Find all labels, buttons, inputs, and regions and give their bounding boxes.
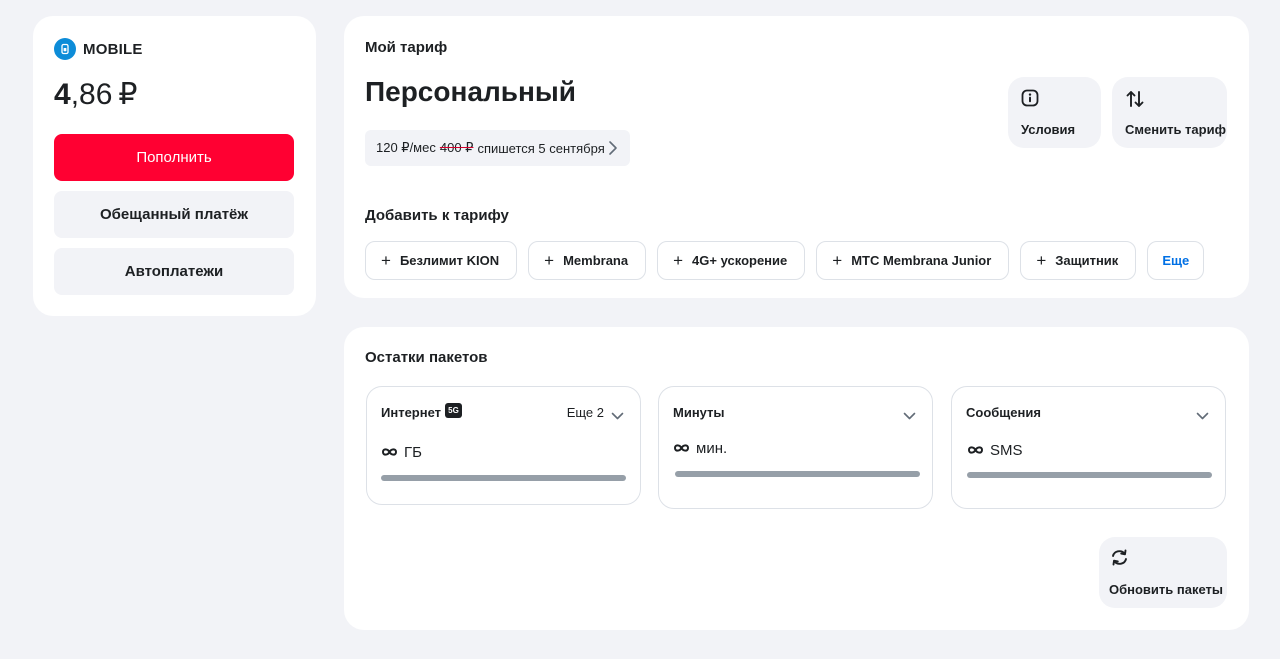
addon-kion[interactable]: + Безлимит KION <box>365 241 518 280</box>
info-icon <box>1021 89 1039 112</box>
price-old: 400 ₽ <box>439 140 474 155</box>
package-value: ГБ <box>381 444 422 461</box>
plus-icon: + <box>381 251 391 270</box>
chevron-down-icon[interactable] <box>1196 407 1209 425</box>
chevron-right-icon <box>608 140 618 159</box>
sim-icon <box>54 38 76 60</box>
balance-card: MOBILE 4,86 ₽ Пополнить Обещанный платёж… <box>33 16 316 316</box>
addon-membrana[interactable]: + Membrana <box>528 241 647 280</box>
refresh-packages-label: Обновить пакеты <box>1109 582 1224 597</box>
promised-payment-button[interactable]: Обещанный платёж <box>54 191 294 238</box>
addon-membrana-junior[interactable]: + МТС Membrana Junior <box>816 241 1010 280</box>
price-note: спишется 5 сентября <box>477 140 605 156</box>
chevron-down-icon[interactable] <box>903 407 916 425</box>
5g-badge: 5G <box>445 403 462 418</box>
change-tariff-button[interactable]: Сменить тариф <box>1112 77 1227 148</box>
packages-title: Остатки пакетов <box>365 349 488 366</box>
swap-arrows-icon <box>1125 89 1145 114</box>
package-more-link[interactable]: Еще 2 <box>567 405 604 420</box>
package-unit: ГБ <box>404 444 422 461</box>
addon-label: МТС Membrana Junior <box>851 253 992 268</box>
addons-list: + Безлимит KION + Membrana +4G+ ускорение … <box>365 241 1215 280</box>
balance-decimal: ,86 <box>70 78 113 111</box>
plus-icon: + <box>673 251 684 270</box>
topup-button[interactable]: Пополнить <box>54 134 294 181</box>
package-value: SMS <box>967 442 1023 459</box>
refresh-packages-button[interactable]: Обновить пакеты <box>1099 537 1227 608</box>
conditions-button[interactable]: Условия <box>1008 77 1101 148</box>
addon-protector[interactable]: + Защитник <box>1020 241 1137 280</box>
price-current: 120 ₽/мес <box>376 140 436 155</box>
infinity-icon <box>967 442 984 459</box>
tariff-card: Мой тариф Персональный 120 ₽/мес 400 ₽ с… <box>344 16 1249 298</box>
refresh-icon <box>1110 549 1129 571</box>
balance-amount: 4,86 ₽ <box>54 78 138 112</box>
addon-4g-boost[interactable]: +4G+ ускорение <box>657 241 806 280</box>
tariff-price-chip[interactable]: 120 ₽/мес 400 ₽ спишется 5 сентября <box>365 130 630 166</box>
plus-icon: + <box>544 251 555 270</box>
package-sms[interactable]: Сообщения SMS <box>951 386 1226 509</box>
package-unit: мин. <box>696 440 728 457</box>
account-name: MOBILE <box>83 40 143 58</box>
package-progress-bar <box>967 472 1212 478</box>
account-header: MOBILE <box>54 38 143 60</box>
package-progress-bar <box>675 471 920 477</box>
package-unit: SMS <box>990 442 1023 459</box>
addon-label: Membrana <box>563 253 629 268</box>
package-minutes[interactable]: Минуты мин. <box>658 386 933 509</box>
package-internet[interactable]: Интернет 5G Еще 2 ГБ <box>366 386 641 505</box>
package-title: Минуты <box>673 405 725 420</box>
package-value: мин. <box>673 440 727 457</box>
autopay-button[interactable]: Автоплатежи <box>54 248 294 295</box>
addon-label: Защитник <box>1055 253 1119 268</box>
tariff-section-title: Мой тариф <box>365 39 448 56</box>
plus-icon: + <box>1036 251 1047 270</box>
chevron-down-icon[interactable] <box>611 407 624 425</box>
balance-integer: 4 <box>54 78 71 111</box>
tariff-name: Персональный <box>365 76 576 107</box>
addon-label: Безлимит KION <box>399 253 500 268</box>
change-tariff-label: Сменить тариф <box>1125 122 1226 137</box>
package-title: Интернет <box>381 405 442 420</box>
addons-title: Добавить к тарифу <box>365 207 509 224</box>
package-progress-bar <box>381 475 626 481</box>
packages-card: Остатки пакетов Интернет 5G Еще 2 ГБ Мин… <box>344 327 1249 630</box>
addon-label: 4G+ ускорение <box>692 253 788 268</box>
addons-more-button[interactable]: Еще <box>1147 241 1205 280</box>
balance-currency: ₽ <box>118 78 138 111</box>
infinity-icon <box>673 440 690 457</box>
conditions-label: Условия <box>1021 122 1076 137</box>
plus-icon: + <box>832 251 843 270</box>
package-title: Сообщения <box>966 405 1041 420</box>
infinity-icon <box>381 444 398 461</box>
